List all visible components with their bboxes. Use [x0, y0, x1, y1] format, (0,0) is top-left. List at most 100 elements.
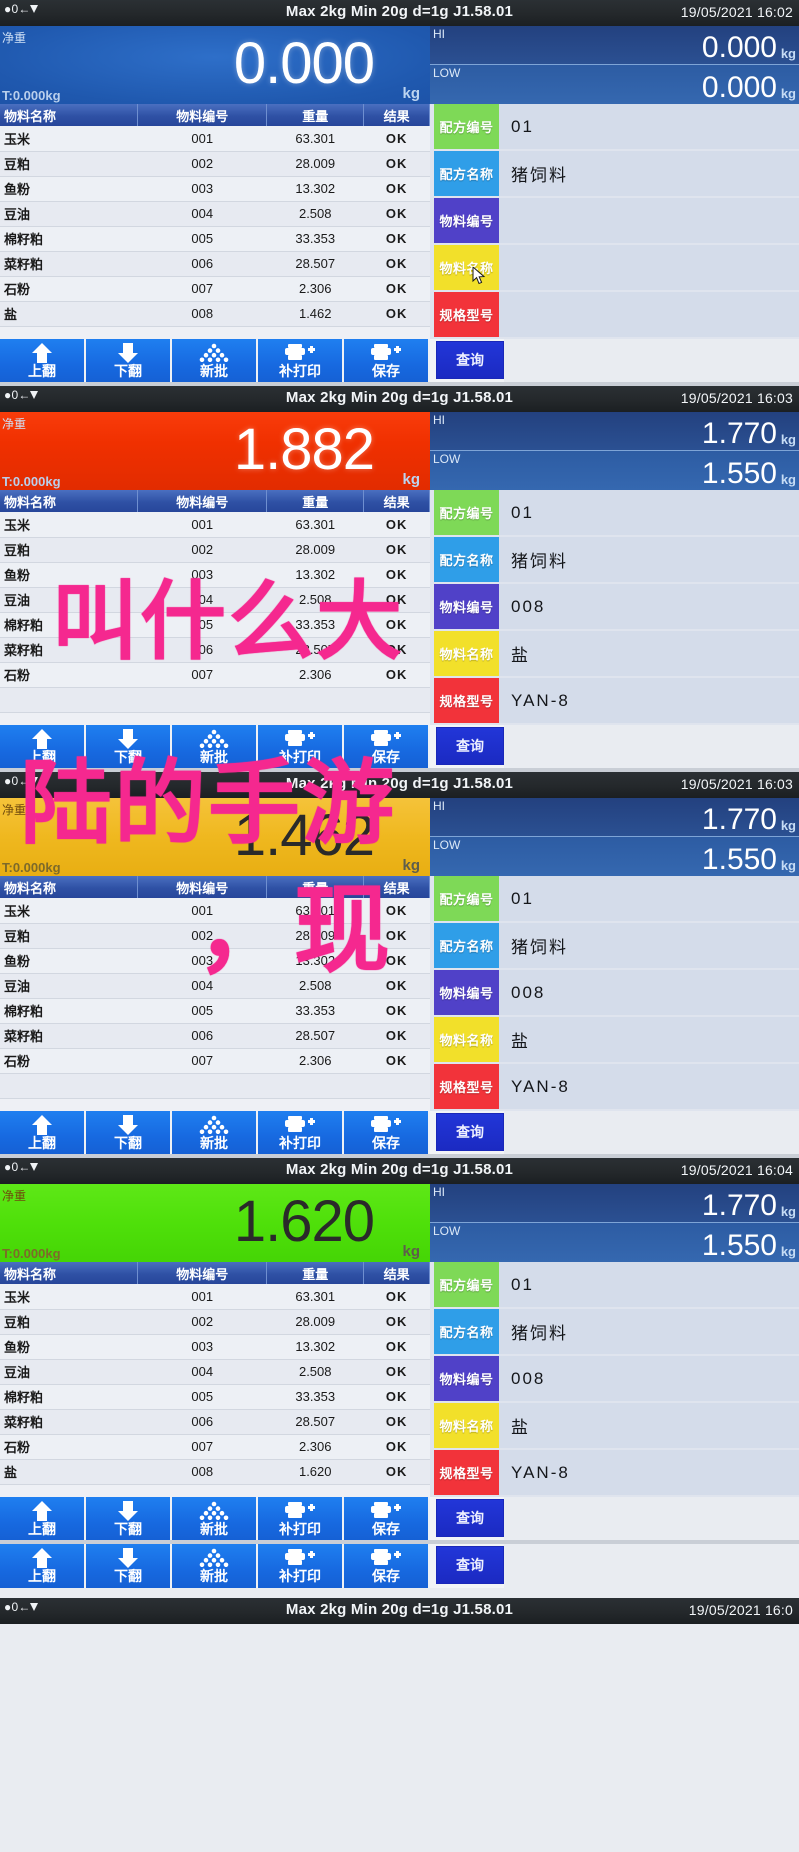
- field-value-formula-no[interactable]: 01: [499, 876, 799, 921]
- table-row[interactable]: [0, 687, 430, 713]
- field-label-formula-name[interactable]: 配方名称: [434, 537, 499, 582]
- toolbar-button-new-batch[interactable]: 新批: [172, 1544, 258, 1588]
- table-row[interactable]: 豆粕 002 28.009 OK: [0, 537, 430, 563]
- field-value-material-no[interactable]: 008: [499, 584, 799, 629]
- material-table[interactable]: 物料名称 物料编号 重量 结果 玉米 001 63.301 OK 豆粕 002 28.009 OK 鱼粉…: [0, 104, 430, 339]
- toolbar-button-page-down[interactable]: 下翻: [86, 1497, 172, 1541]
- field-value-formula-name[interactable]: 猪饲料: [499, 151, 799, 196]
- field-row-material-no[interactable]: 物料编号 008: [434, 1356, 799, 1401]
- table-row[interactable]: 鱼粉 003 13.302 OK: [0, 948, 430, 974]
- toolbar-button-page-down[interactable]: 下翻: [86, 725, 172, 769]
- field-label-spec-model[interactable]: 规格型号: [434, 1450, 499, 1495]
- field-label-spec-model[interactable]: 规格型号: [434, 678, 499, 723]
- table-row[interactable]: 石粉 007 2.306 OK: [0, 1048, 430, 1074]
- field-value-spec-model[interactable]: YAN-8: [499, 678, 799, 723]
- field-label-material-no[interactable]: 物料编号: [434, 970, 499, 1015]
- toolbar-button-page-up[interactable]: 上翻: [0, 1544, 86, 1588]
- toolbar-button-new-batch[interactable]: 新批: [172, 1111, 258, 1155]
- field-row-spec-model[interactable]: 规格型号 YAN-8: [434, 678, 799, 723]
- field-value-material-name[interactable]: 盐: [499, 631, 799, 676]
- field-value-material-name[interactable]: 盐: [499, 1403, 799, 1448]
- field-row-spec-model[interactable]: 规格型号: [434, 292, 799, 337]
- field-row-formula-name[interactable]: 配方名称 猪饲料: [434, 537, 799, 582]
- toolbar-button-save[interactable]: 保存: [344, 1497, 430, 1541]
- toolbar-button-save[interactable]: 保存: [344, 1111, 430, 1155]
- field-value-material-no[interactable]: 008: [499, 970, 799, 1015]
- field-value-spec-model[interactable]: YAN-8: [499, 1450, 799, 1495]
- field-row-material-no[interactable]: 物料编号 008: [434, 970, 799, 1015]
- table-row[interactable]: 棉籽粕 005 33.353 OK: [0, 1384, 430, 1410]
- field-label-formula-no[interactable]: 配方编号: [434, 104, 499, 149]
- table-row[interactable]: 菜籽粕 006 28.507 OK: [0, 1023, 430, 1049]
- field-label-formula-name[interactable]: 配方名称: [434, 151, 499, 196]
- table-row[interactable]: 盐 008 1.462 OK: [0, 301, 430, 327]
- field-label-formula-no[interactable]: 配方编号: [434, 490, 499, 535]
- query-button[interactable]: 查询: [436, 1546, 504, 1584]
- table-row[interactable]: 菜籽粕 006 28.507 OK: [0, 251, 430, 277]
- toolbar-button-page-down[interactable]: 下翻: [86, 1544, 172, 1588]
- field-label-material-no[interactable]: 物料编号: [434, 1356, 499, 1401]
- toolbar-button-new-batch[interactable]: 新批: [172, 725, 258, 769]
- field-value-material-name[interactable]: 盐: [499, 1017, 799, 1062]
- table-row[interactable]: 豆油 004 2.508 OK: [0, 1359, 430, 1385]
- toolbar-button-save[interactable]: 保存: [344, 339, 430, 383]
- toolbar-button-reprint[interactable]: 补打印: [258, 1111, 344, 1155]
- toolbar-button-reprint[interactable]: 补打印: [258, 339, 344, 383]
- table-row[interactable]: 菜籽粕 006 28.507 OK: [0, 637, 430, 663]
- field-row-formula-no[interactable]: 配方编号 01: [434, 1262, 799, 1307]
- field-label-material-name[interactable]: 物料名称: [434, 1403, 499, 1448]
- field-label-formula-no[interactable]: 配方编号: [434, 1262, 499, 1307]
- field-row-spec-model[interactable]: 规格型号 YAN-8: [434, 1064, 799, 1109]
- toolbar-button-reprint[interactable]: 补打印: [258, 725, 344, 769]
- field-label-material-name[interactable]: 物料名称: [434, 631, 499, 676]
- table-row[interactable]: 豆粕 002 28.009 OK: [0, 923, 430, 949]
- field-value-formula-name[interactable]: 猪饲料: [499, 1309, 799, 1354]
- toolbar-button-new-batch[interactable]: 新批: [172, 339, 258, 383]
- toolbar-button-page-down[interactable]: 下翻: [86, 1111, 172, 1155]
- field-row-formula-name[interactable]: 配方名称 猪饲料: [434, 923, 799, 968]
- query-button[interactable]: 查询: [436, 727, 504, 765]
- field-row-material-name[interactable]: 物料名称盐: [434, 1403, 799, 1448]
- field-row-formula-name[interactable]: 配方名称 猪饲料: [434, 1309, 799, 1354]
- table-row[interactable]: 豆油 004 2.508 OK: [0, 201, 430, 227]
- field-value-formula-no[interactable]: 01: [499, 490, 799, 535]
- table-row[interactable]: 豆油 004 2.508 OK: [0, 587, 430, 613]
- field-value-spec-model[interactable]: [499, 292, 799, 337]
- table-row[interactable]: 盐 008 1.620 OK: [0, 1459, 430, 1485]
- table-row[interactable]: 鱼粉 003 13.302 OK: [0, 1334, 430, 1360]
- table-row[interactable]: 棉籽粕 005 33.353 OK: [0, 226, 430, 252]
- table-row[interactable]: 鱼粉 003 13.302 OK: [0, 176, 430, 202]
- field-label-material-no[interactable]: 物料编号: [434, 198, 499, 243]
- table-row[interactable]: 玉米 001 63.301 OK: [0, 512, 430, 538]
- table-row[interactable]: [0, 1073, 430, 1099]
- table-row[interactable]: 菜籽粕 006 28.507 OK: [0, 1409, 430, 1435]
- toolbar-button-page-down[interactable]: 下翻: [86, 339, 172, 383]
- field-row-formula-no[interactable]: 配方编号 01: [434, 104, 799, 149]
- field-label-formula-no[interactable]: 配方编号: [434, 876, 499, 921]
- table-row[interactable]: 石粉 007 2.306 OK: [0, 662, 430, 688]
- field-value-formula-name[interactable]: 猪饲料: [499, 537, 799, 582]
- query-button[interactable]: 查询: [436, 1113, 504, 1151]
- field-label-material-no[interactable]: 物料编号: [434, 584, 499, 629]
- field-label-spec-model[interactable]: 规格型号: [434, 1064, 499, 1109]
- toolbar-button-new-batch[interactable]: 新批: [172, 1497, 258, 1541]
- query-button[interactable]: 查询: [436, 1499, 504, 1537]
- field-row-material-name[interactable]: 物料名称: [434, 245, 799, 290]
- toolbar-button-reprint[interactable]: 补打印: [258, 1497, 344, 1541]
- field-value-spec-model[interactable]: YAN-8: [499, 1064, 799, 1109]
- table-row[interactable]: 豆粕 002 28.009 OK: [0, 151, 430, 177]
- field-label-spec-model[interactable]: 规格型号: [434, 292, 499, 337]
- table-row[interactable]: 豆油 004 2.508 OK: [0, 973, 430, 999]
- table-row[interactable]: 石粉 007 2.306 OK: [0, 1434, 430, 1460]
- field-row-material-name[interactable]: 物料名称盐: [434, 1017, 799, 1062]
- field-value-material-no[interactable]: [499, 198, 799, 243]
- query-button[interactable]: 查询: [436, 341, 504, 379]
- field-row-formula-no[interactable]: 配方编号 01: [434, 876, 799, 921]
- table-row[interactable]: 棉籽粕 005 33.353 OK: [0, 612, 430, 638]
- field-value-formula-no[interactable]: 01: [499, 1262, 799, 1307]
- material-table[interactable]: 物料名称 物料编号 重量 结果 玉米 001 63.301 OK 豆粕 002 28.009 OK 鱼粉…: [0, 876, 430, 1111]
- material-table[interactable]: 物料名称 物料编号 重量 结果 玉米 001 63.301 OK 豆粕 002 28.009 OK 鱼粉…: [0, 490, 430, 725]
- field-value-formula-name[interactable]: 猪饲料: [499, 923, 799, 968]
- field-value-formula-no[interactable]: 01: [499, 104, 799, 149]
- table-row[interactable]: 玉米 001 63.301 OK: [0, 126, 430, 152]
